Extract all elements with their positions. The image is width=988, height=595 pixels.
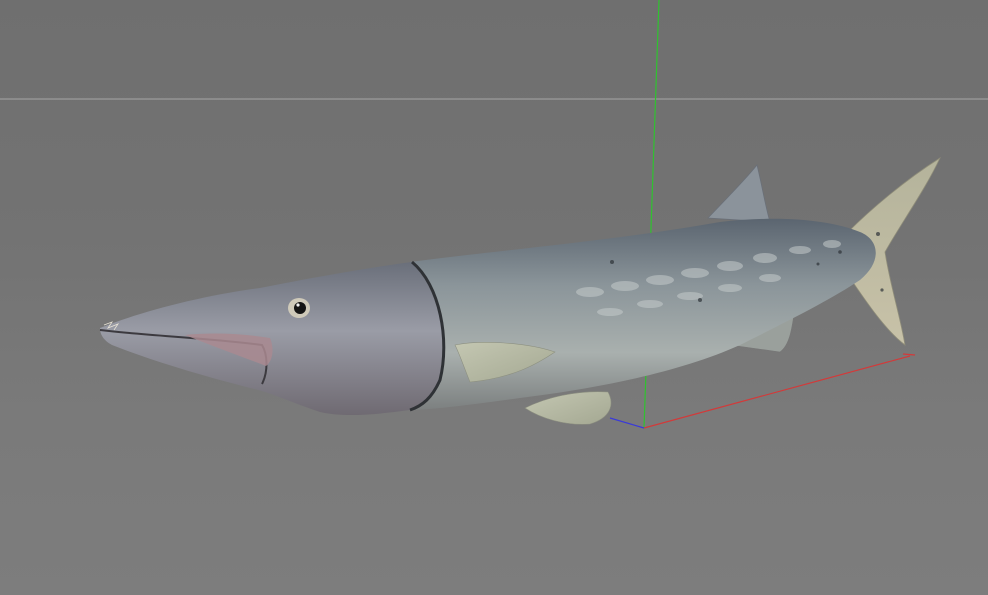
3d-viewport[interactable]	[0, 0, 988, 595]
x-axis-tip	[902, 353, 916, 356]
dorsal-fin	[707, 164, 771, 223]
fish-eye	[288, 298, 310, 318]
x-axis-line	[643, 355, 911, 429]
fish-model[interactable]	[99, 156, 941, 425]
viewport-canvas[interactable]	[0, 0, 988, 595]
pelvic-fin	[524, 391, 612, 425]
z-axis-line	[609, 417, 645, 429]
fish-head	[100, 262, 444, 416]
